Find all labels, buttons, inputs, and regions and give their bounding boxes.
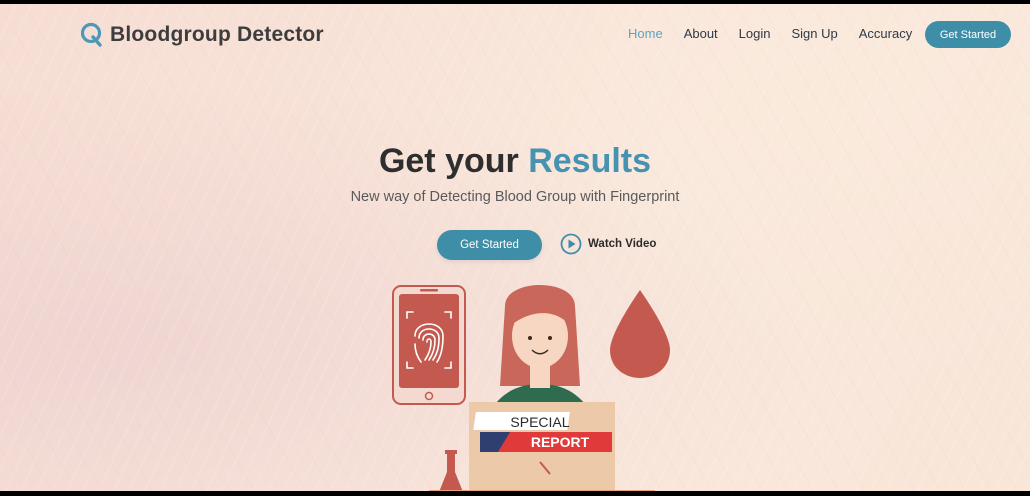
main-nav: Home About Login Sign Up Accuracy	[628, 26, 933, 41]
banner-special-text: SPECIAL	[510, 414, 569, 430]
page: Bloodgroup Detector Home About Login Sig…	[0, 4, 1030, 491]
watch-video-label: Watch Video	[588, 238, 657, 250]
brand-logo[interactable]: Bloodgroup Detector	[80, 22, 324, 48]
nav-home[interactable]: Home	[628, 26, 663, 41]
banner-report-text: REPORT	[531, 434, 590, 450]
hero-get-started-button[interactable]: Get Started	[437, 230, 542, 260]
watch-video-button[interactable]: Watch Video	[560, 233, 656, 255]
hero-title-accent: Results	[528, 142, 652, 180]
play-icon	[560, 233, 582, 255]
phone-fingerprint-graphic	[392, 285, 466, 405]
nav-login[interactable]: Login	[739, 26, 771, 41]
blood-drop-icon	[610, 290, 670, 378]
hero-title-prefix: Get your	[378, 142, 519, 180]
desk	[429, 490, 655, 491]
flask-graphic	[439, 450, 463, 491]
nav-signup[interactable]: Sign Up	[791, 26, 837, 41]
nav-about[interactable]: About	[684, 26, 718, 41]
logo-q-icon	[80, 22, 102, 47]
hero-subtitle: New way of Detecting Blood Group with Fi…	[350, 189, 680, 205]
header-get-started-button[interactable]: Get Started	[925, 21, 1011, 48]
nav-accuracy[interactable]: Accuracy	[859, 26, 912, 41]
hero-illustration: SPECIAL REPORT	[392, 285, 670, 491]
hero-title: Get your Results	[0, 142, 1030, 181]
brand-name: Bloodgroup Detector	[110, 23, 324, 46]
